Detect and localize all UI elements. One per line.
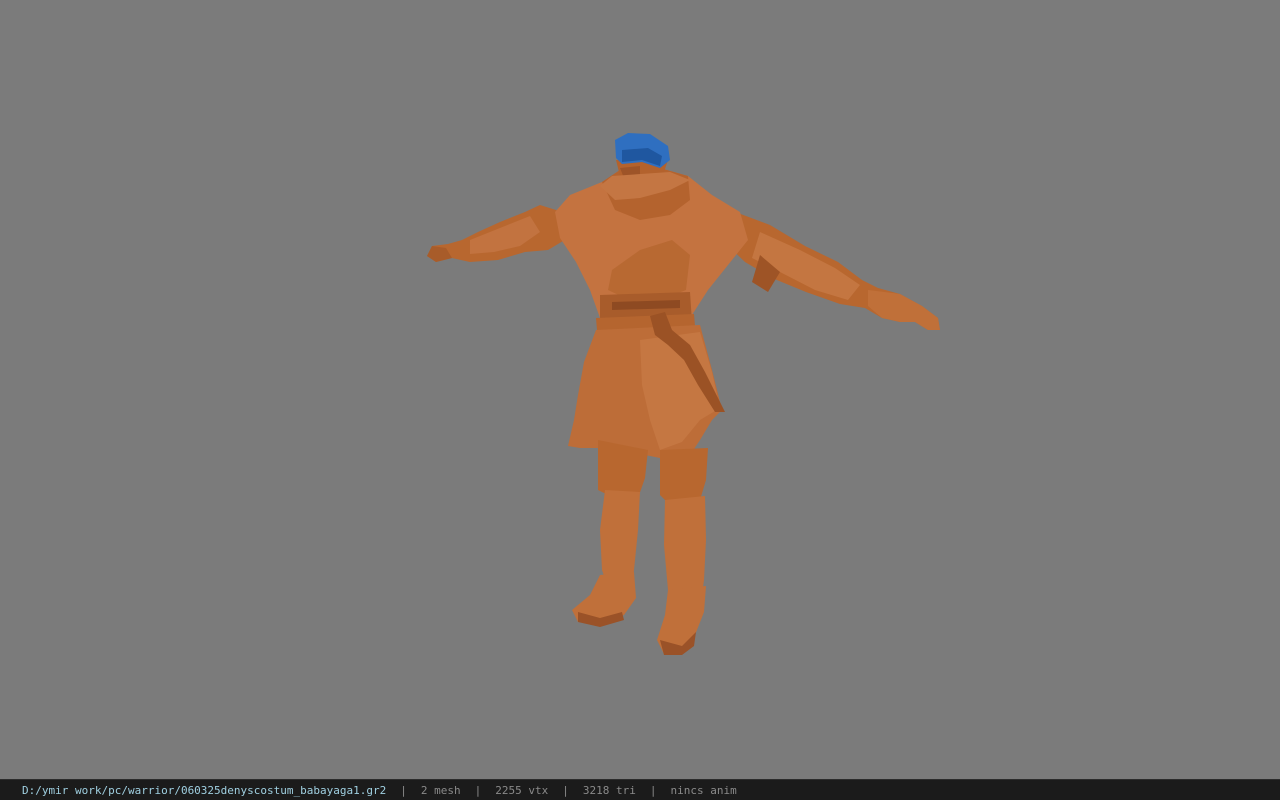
- triangle-count-label: 3218 tri: [582, 783, 636, 797]
- character-model: [427, 133, 940, 655]
- animation-status-label: nincs anim: [670, 783, 737, 797]
- right-arm: [722, 210, 940, 330]
- vertex-count-label: 2255 vtx: [495, 783, 549, 797]
- separator: |: [474, 783, 482, 797]
- separator: |: [562, 783, 569, 797]
- file-path-label: D:/ymir work/pc/warrior/060325denyscostu…: [22, 783, 387, 797]
- status-bar: D:/ymir work/pc/warrior/060325denyscostu…: [0, 779, 1280, 800]
- skirt: [568, 312, 725, 458]
- 3d-viewport[interactable]: [0, 0, 1280, 779]
- separator: |: [400, 783, 407, 797]
- left-arm: [427, 205, 572, 262]
- mesh-count-label: 2 mesh: [420, 783, 461, 797]
- separator: |: [649, 783, 657, 797]
